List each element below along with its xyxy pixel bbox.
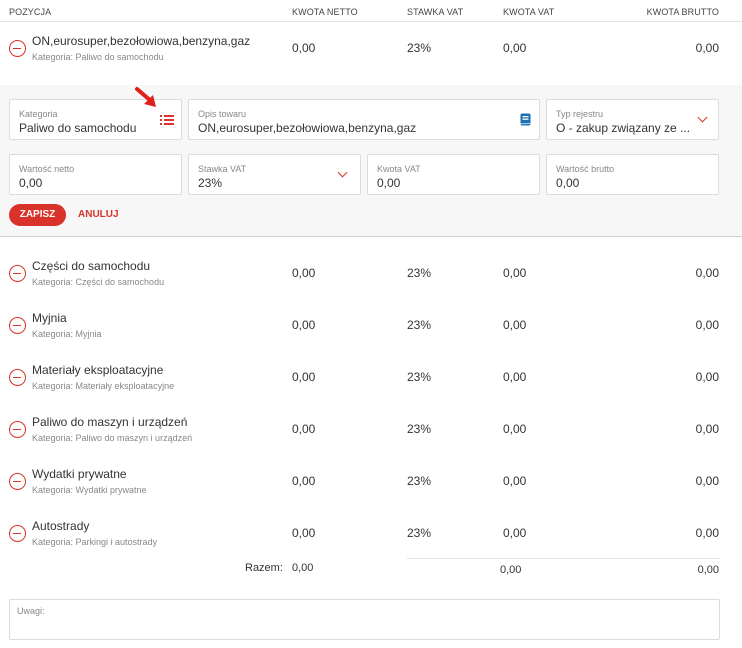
item-gross: 0,00 [695,474,719,488]
item-net: 0,00 [292,526,316,540]
vat-amount-label: Kwota VAT [377,164,421,174]
col-net-header: KWOTA NETTO [292,7,358,17]
remove-item-icon[interactable] [9,40,26,57]
item-category: Kategoria: Paliwo do maszyn i urządzeń [32,433,193,443]
col-vat-rate-header: STAWKA VAT [407,7,464,17]
item-gross: 0,00 [695,370,719,384]
item-vat-rate: 23% [407,41,432,55]
item-vat: 0,00 [503,370,527,384]
item-vat: 0,00 [503,526,527,540]
item-vat-rate: 23% [407,526,432,540]
net-value-input[interactable]: 0,00 [19,176,42,190]
item-name: Autostrady [32,519,90,533]
item-name: Myjnia [32,311,67,325]
item-vat-rate: 23% [407,370,432,384]
item-vat: 0,00 [503,422,527,436]
item-net: 0,00 [292,41,316,55]
register-type-value: O - zakup związany ze ... [556,121,691,135]
save-button[interactable]: ZAPISZ [9,204,66,226]
gross-value-label: Wartość brutto [556,164,615,174]
item-vat-rate: 23% [407,422,432,436]
item-row[interactable]: Myjnia Kategoria: Myjnia 0,00 23% 0,00 0,00 [0,299,742,349]
item-gross: 0,00 [695,422,719,436]
remove-item-icon[interactable] [9,421,26,438]
item-row[interactable]: Wydatki prywatne Kategoria: Wydatki prywa… [0,455,742,505]
item-net: 0,00 [292,474,316,488]
item-vat: 0,00 [503,318,527,332]
item-name: Materiały eksploatacyjne [32,363,164,377]
item-gross: 0,00 [695,41,719,55]
item-vat-rate: 23% [407,474,432,488]
summary-divider [407,558,720,559]
list-icon[interactable] [160,114,174,126]
description-field[interactable]: Opis towaru ON,eurosuper,bezołowiowa,ben… [188,99,540,140]
vat-rate-label: Stawka VAT [198,164,247,174]
item-row-active[interactable]: ON,eurosuper,bezołowiowa,benzyna,gaz Kat… [0,30,742,80]
item-category: Kategoria: Myjnia [32,329,102,339]
register-type-select[interactable]: Typ rejestru O - zakup związany ze ... [546,99,719,140]
book-icon[interactable] [520,113,531,126]
remove-item-icon[interactable] [9,473,26,490]
cancel-button[interactable]: ANULUJ [78,209,119,220]
col-position-header: POZYCJA [9,7,52,17]
item-name: ON,eurosuper,bezołowiowa,benzyna,gaz [32,34,251,48]
annotation-arrow-icon [135,87,156,107]
notes-field[interactable]: Uwagi: [9,599,720,640]
col-gross-header: KWOTA BRUTTO [646,7,719,17]
item-row[interactable]: Materiały eksploatacyjne Kategoria: Mater… [0,351,742,401]
net-value-label: Wartość netto [19,164,75,174]
vat-rate-value: 23% [198,176,223,190]
description-field-value: ON,eurosuper,bezołowiowa,benzyna,gaz [198,121,417,135]
item-net: 0,00 [292,318,316,332]
item-gross: 0,00 [695,526,719,540]
description-field-label: Opis towaru [198,109,247,119]
chevron-down-icon[interactable] [697,112,708,123]
item-net: 0,00 [292,266,316,280]
item-net: 0,00 [292,422,316,436]
item-row[interactable]: Autostrady Kategoria: Parkingi i autostra… [0,507,742,557]
item-vat: 0,00 [503,266,527,280]
notes-label: Uwagi: [17,606,45,616]
item-gross: 0,00 [695,266,719,280]
summary-net: 0,00 [292,562,314,574]
item-row[interactable]: Części do samochodu Kategoria: Części do … [0,247,742,297]
item-vat: 0,00 [503,474,527,488]
category-field-label: Kategoria [19,109,58,119]
vat-rate-select[interactable]: Stawka VAT 23% [188,154,361,195]
item-category: Kategoria: Parkingi i autostrady [32,537,158,547]
item-name: Paliwo do maszyn i urządzeń [32,415,188,429]
item-category: Kategoria: Wydatki prywatne [32,485,147,495]
category-field-value: Paliwo do samochodu [19,121,137,135]
chevron-down-icon[interactable] [337,167,348,178]
remove-item-icon[interactable] [9,265,26,282]
table-header: POZYCJA KWOTA NETTO STAWKA VAT KWOTA VAT… [0,0,742,22]
vat-amount-input[interactable]: 0,00 [377,176,400,190]
vat-amount-field[interactable]: Kwota VAT 0,00 [367,154,540,195]
item-name: Wydatki prywatne [32,467,127,481]
summary-vat: 0,00 [500,564,522,576]
item-net: 0,00 [292,370,316,384]
remove-item-icon[interactable] [9,317,26,334]
item-vat-rate: 23% [407,266,432,280]
net-value-field[interactable]: Wartość netto 0,00 [9,154,182,195]
summary-label: Razem: [245,562,283,574]
item-category: Kategoria: Części do samochodu [32,277,165,287]
item-vat-rate: 23% [407,318,432,332]
register-type-label: Typ rejestru [556,109,604,119]
item-vat: 0,00 [503,41,527,55]
col-vat-amount-header: KWOTA VAT [503,7,555,17]
item-gross: 0,00 [695,318,719,332]
item-category: Kategoria: Paliwo do samochodu [32,52,164,62]
item-category: Kategoria: Materiały eksploatacyjne [32,381,175,391]
item-row[interactable]: Paliwo do maszyn i urządzeń Kategoria: Pa… [0,403,742,453]
gross-value-field[interactable]: Wartość brutto 0,00 [546,154,719,195]
remove-item-icon[interactable] [9,525,26,542]
summary-gross: 0,00 [697,564,719,576]
gross-value-input[interactable]: 0,00 [556,176,579,190]
item-name: Części do samochodu [32,259,151,273]
remove-item-icon[interactable] [9,369,26,386]
